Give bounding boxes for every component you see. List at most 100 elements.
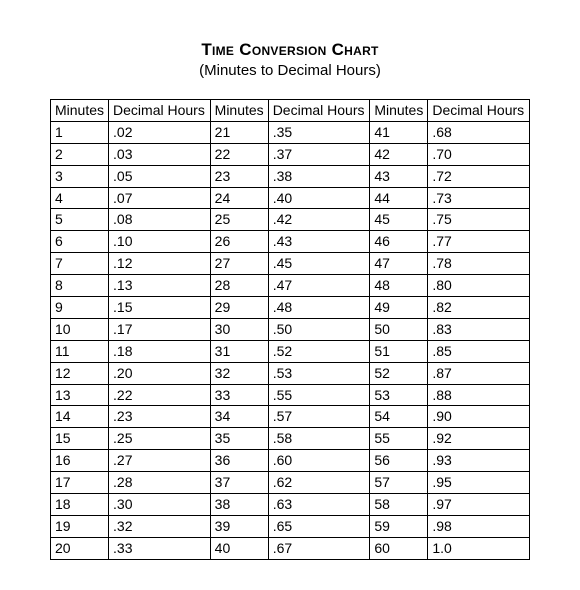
cell-decimal: .15 bbox=[109, 297, 211, 319]
cell-decimal: .65 bbox=[268, 515, 370, 537]
cell-minutes: 55 bbox=[370, 428, 428, 450]
header-minutes-3: Minutes bbox=[370, 100, 428, 122]
cell-minutes: 34 bbox=[210, 406, 268, 428]
cell-minutes: 33 bbox=[210, 384, 268, 406]
cell-decimal: .55 bbox=[268, 384, 370, 406]
cell-decimal: .68 bbox=[428, 121, 530, 143]
conversion-table: Minutes Decimal Hours Minutes Decimal Ho… bbox=[50, 99, 530, 560]
table-row: 3.0523.3843.72 bbox=[51, 165, 530, 187]
cell-decimal: 1.0 bbox=[428, 537, 530, 559]
header-minutes-2: Minutes bbox=[210, 100, 268, 122]
cell-decimal: .07 bbox=[109, 187, 211, 209]
cell-minutes: 60 bbox=[370, 537, 428, 559]
cell-decimal: .77 bbox=[428, 231, 530, 253]
cell-minutes: 16 bbox=[51, 450, 109, 472]
cell-decimal: .50 bbox=[268, 318, 370, 340]
cell-minutes: 10 bbox=[51, 318, 109, 340]
cell-decimal: .28 bbox=[109, 472, 211, 494]
cell-decimal: .13 bbox=[109, 275, 211, 297]
table-row: 13.2233.5553.88 bbox=[51, 384, 530, 406]
cell-decimal: .22 bbox=[109, 384, 211, 406]
cell-decimal: .57 bbox=[268, 406, 370, 428]
cell-decimal: .90 bbox=[428, 406, 530, 428]
cell-minutes: 8 bbox=[51, 275, 109, 297]
table-row: 5.0825.4245.75 bbox=[51, 209, 530, 231]
page-title: Time Conversion Chart bbox=[50, 40, 530, 60]
table-row: 18.3038.6358.97 bbox=[51, 494, 530, 516]
table-row: 9.1529.4849.82 bbox=[51, 297, 530, 319]
cell-minutes: 36 bbox=[210, 450, 268, 472]
cell-decimal: .75 bbox=[428, 209, 530, 231]
cell-minutes: 42 bbox=[370, 143, 428, 165]
cell-minutes: 48 bbox=[370, 275, 428, 297]
cell-minutes: 24 bbox=[210, 187, 268, 209]
cell-minutes: 59 bbox=[370, 515, 428, 537]
cell-minutes: 29 bbox=[210, 297, 268, 319]
cell-decimal: .88 bbox=[428, 384, 530, 406]
cell-minutes: 44 bbox=[370, 187, 428, 209]
cell-decimal: .73 bbox=[428, 187, 530, 209]
cell-minutes: 53 bbox=[370, 384, 428, 406]
cell-decimal: .20 bbox=[109, 362, 211, 384]
cell-minutes: 2 bbox=[51, 143, 109, 165]
cell-minutes: 39 bbox=[210, 515, 268, 537]
cell-minutes: 17 bbox=[51, 472, 109, 494]
table-row: 17.2837.6257.95 bbox=[51, 472, 530, 494]
table-row: 15.2535.5855.92 bbox=[51, 428, 530, 450]
document-page: Time Conversion Chart (Minutes to Decima… bbox=[0, 0, 580, 590]
cell-decimal: .47 bbox=[268, 275, 370, 297]
cell-minutes: 30 bbox=[210, 318, 268, 340]
cell-minutes: 12 bbox=[51, 362, 109, 384]
cell-decimal: .33 bbox=[109, 537, 211, 559]
cell-minutes: 9 bbox=[51, 297, 109, 319]
cell-minutes: 52 bbox=[370, 362, 428, 384]
cell-minutes: 35 bbox=[210, 428, 268, 450]
cell-minutes: 46 bbox=[370, 231, 428, 253]
cell-minutes: 22 bbox=[210, 143, 268, 165]
cell-minutes: 7 bbox=[51, 253, 109, 275]
header-minutes-1: Minutes bbox=[51, 100, 109, 122]
cell-decimal: .87 bbox=[428, 362, 530, 384]
cell-minutes: 11 bbox=[51, 340, 109, 362]
cell-decimal: .60 bbox=[268, 450, 370, 472]
table-row: 10.1730.5050.83 bbox=[51, 318, 530, 340]
cell-decimal: .82 bbox=[428, 297, 530, 319]
header-decimal-2: Decimal Hours bbox=[268, 100, 370, 122]
page-subtitle: (Minutes to Decimal Hours) bbox=[50, 62, 530, 79]
cell-minutes: 25 bbox=[210, 209, 268, 231]
cell-minutes: 14 bbox=[51, 406, 109, 428]
cell-minutes: 23 bbox=[210, 165, 268, 187]
table-row: 12.2032.5352.87 bbox=[51, 362, 530, 384]
cell-decimal: .97 bbox=[428, 494, 530, 516]
cell-decimal: .40 bbox=[268, 187, 370, 209]
cell-decimal: .80 bbox=[428, 275, 530, 297]
cell-decimal: .63 bbox=[268, 494, 370, 516]
cell-minutes: 41 bbox=[370, 121, 428, 143]
cell-minutes: 50 bbox=[370, 318, 428, 340]
cell-minutes: 31 bbox=[210, 340, 268, 362]
cell-minutes: 51 bbox=[370, 340, 428, 362]
cell-decimal: .08 bbox=[109, 209, 211, 231]
cell-minutes: 15 bbox=[51, 428, 109, 450]
cell-minutes: 37 bbox=[210, 472, 268, 494]
cell-minutes: 5 bbox=[51, 209, 109, 231]
cell-decimal: .10 bbox=[109, 231, 211, 253]
table-row: 8.1328.4748.80 bbox=[51, 275, 530, 297]
cell-decimal: .62 bbox=[268, 472, 370, 494]
cell-minutes: 28 bbox=[210, 275, 268, 297]
cell-decimal: .98 bbox=[428, 515, 530, 537]
cell-decimal: .67 bbox=[268, 537, 370, 559]
table-row: 6.1026.4346.77 bbox=[51, 231, 530, 253]
cell-minutes: 32 bbox=[210, 362, 268, 384]
cell-decimal: .58 bbox=[268, 428, 370, 450]
cell-minutes: 49 bbox=[370, 297, 428, 319]
cell-decimal: .93 bbox=[428, 450, 530, 472]
table-body: 1.0221.3541.682.0322.3742.703.0523.3843.… bbox=[51, 121, 530, 559]
table-row: 4.0724.4044.73 bbox=[51, 187, 530, 209]
cell-decimal: .23 bbox=[109, 406, 211, 428]
cell-decimal: .45 bbox=[268, 253, 370, 275]
cell-decimal: .35 bbox=[268, 121, 370, 143]
cell-decimal: .27 bbox=[109, 450, 211, 472]
cell-minutes: 20 bbox=[51, 537, 109, 559]
cell-minutes: 3 bbox=[51, 165, 109, 187]
